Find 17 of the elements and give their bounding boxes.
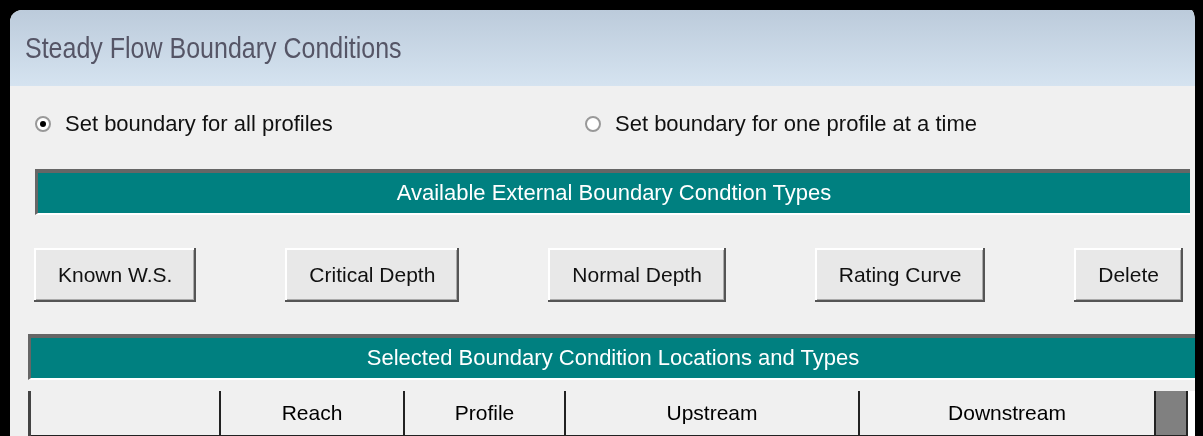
type-button[interactable]: Known W.S. bbox=[34, 248, 197, 302]
type-button[interactable]: Normal Depth bbox=[548, 248, 726, 302]
column-header: Profile bbox=[405, 391, 566, 436]
type-button[interactable]: Rating Curve bbox=[814, 248, 986, 302]
type-button[interactable]: Critical Depth bbox=[285, 248, 460, 302]
radio-button[interactable] bbox=[35, 115, 51, 132]
scrollbar bbox=[1156, 391, 1188, 436]
radio-label[interactable]: Set boundary for one profile at a time bbox=[615, 110, 977, 137]
section-header: Available External Boundary Condtion Types bbox=[35, 169, 1190, 215]
window-title: Steady Flow Boundary Conditions bbox=[25, 31, 402, 65]
type-button[interactable]: Delete bbox=[1074, 248, 1183, 302]
radio-button[interactable] bbox=[585, 115, 601, 132]
section-header: Selected Boundary Condition Locations and Types bbox=[28, 334, 1195, 380]
column-header: Reach bbox=[221, 391, 405, 436]
radio-label[interactable]: Set boundary for all profiles bbox=[65, 110, 333, 137]
column-header: Upstream bbox=[566, 391, 860, 436]
column-header: Downstream bbox=[860, 391, 1156, 436]
